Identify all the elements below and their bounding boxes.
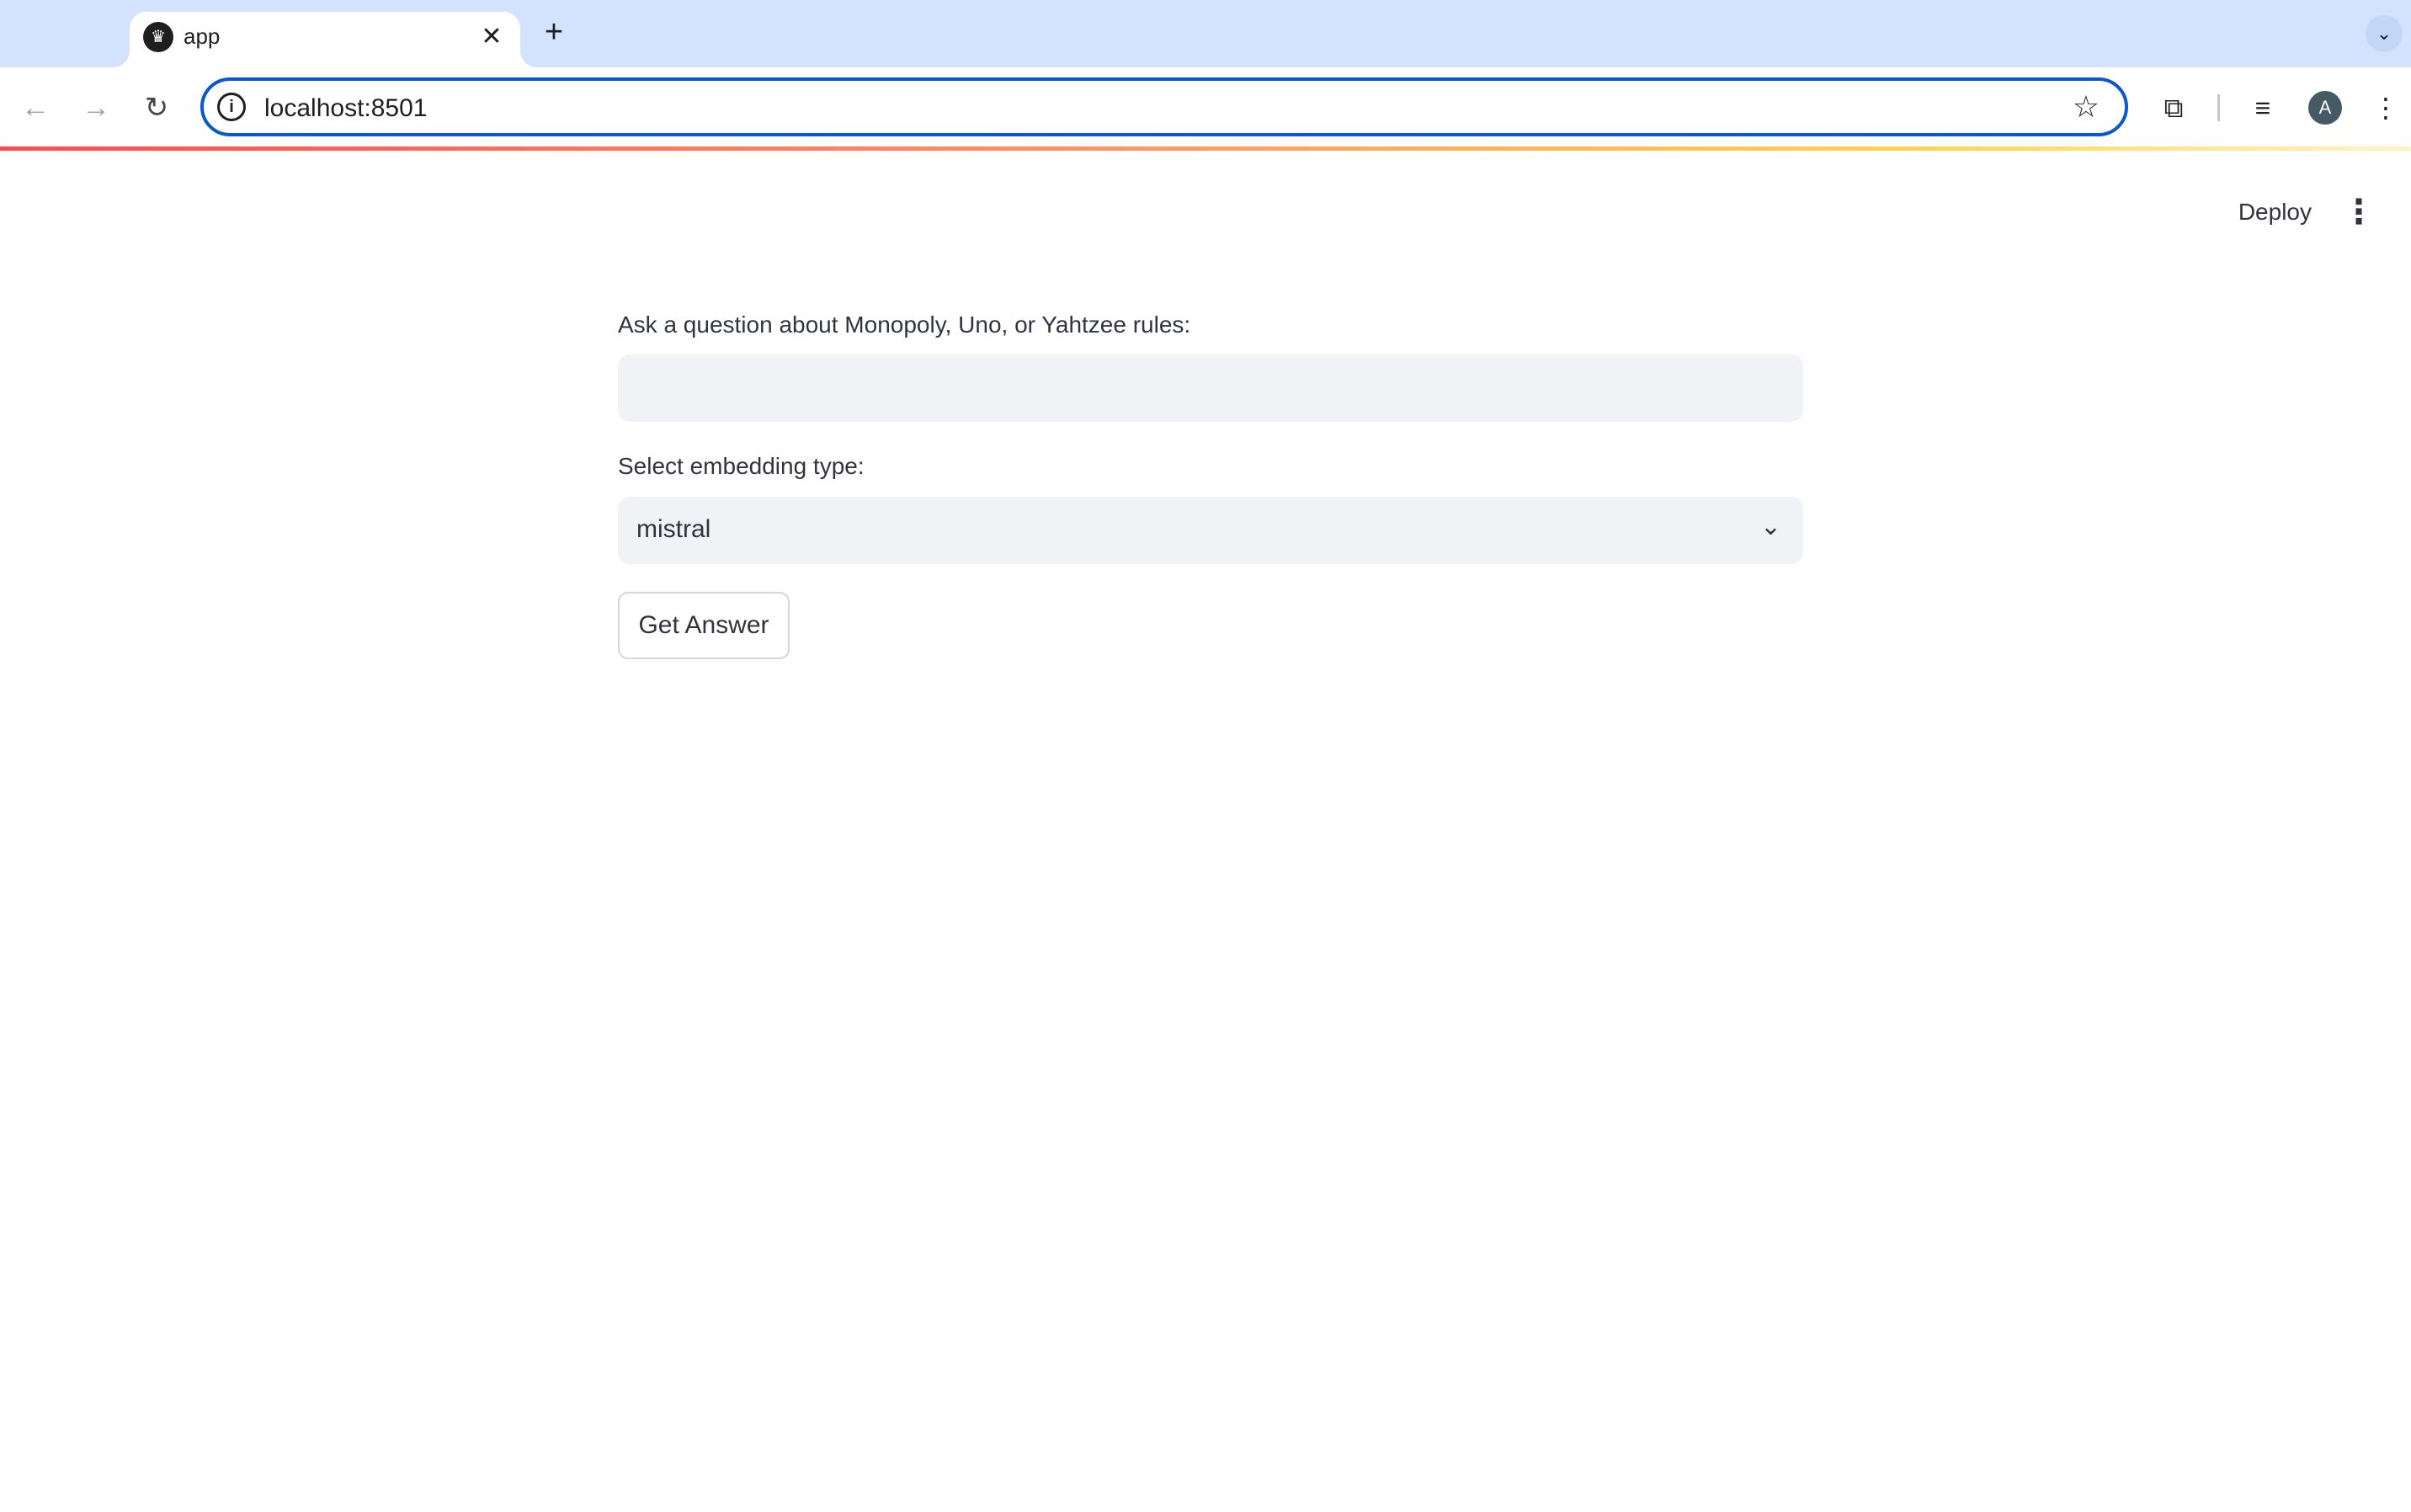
forward-icon[interactable]: →: [76, 88, 116, 128]
embedding-select[interactable]: mistral ⌄: [618, 497, 1803, 564]
app-menu-icon[interactable]: ⋮: [2342, 189, 2376, 235]
browser-tabstrip: ♛ app ✕ + ⌄: [0, 0, 2411, 67]
browser-menu-icon[interactable]: ⋮: [2366, 88, 2406, 128]
new-tab-button[interactable]: +: [535, 13, 572, 51]
back-icon[interactable]: ←: [15, 88, 56, 128]
browser-tab[interactable]: ♛ app ✕: [130, 12, 520, 67]
deploy-button[interactable]: Deploy: [2227, 189, 2323, 235]
crown-icon: ♛: [143, 22, 173, 52]
bookmark-star-icon[interactable]: ☆: [2073, 89, 2100, 125]
address-bar[interactable]: i localhost:8501 ☆: [200, 77, 2128, 136]
profile-avatar[interactable]: A: [2308, 91, 2342, 125]
get-answer-button[interactable]: Get Answer: [618, 592, 790, 659]
media-controls-icon[interactable]: ≡: [2243, 88, 2283, 128]
close-icon[interactable]: ✕: [475, 20, 508, 54]
embedding-selected-value: mistral: [636, 515, 711, 543]
reload-icon[interactable]: ↻: [136, 88, 177, 128]
browser-toolbar: ← → ↻ i localhost:8501 ☆ ⧉ ≡ A ⋮: [0, 67, 2411, 148]
question-label: Ask a question about Monopoly, Uno, or Y…: [618, 311, 1191, 338]
embedding-select-label: Select embedding type:: [618, 453, 865, 479]
address-url[interactable]: localhost:8501: [264, 94, 427, 123]
tab-title: app: [184, 24, 221, 49]
tab-search-button[interactable]: ⌄: [2366, 15, 2403, 52]
toolbar-divider: [2217, 94, 2220, 121]
site-info-icon[interactable]: i: [217, 93, 246, 121]
extensions-icon[interactable]: ⧉: [2153, 88, 2194, 128]
chevron-down-icon: ⌄: [1759, 513, 1781, 540]
question-input[interactable]: [618, 354, 1803, 422]
